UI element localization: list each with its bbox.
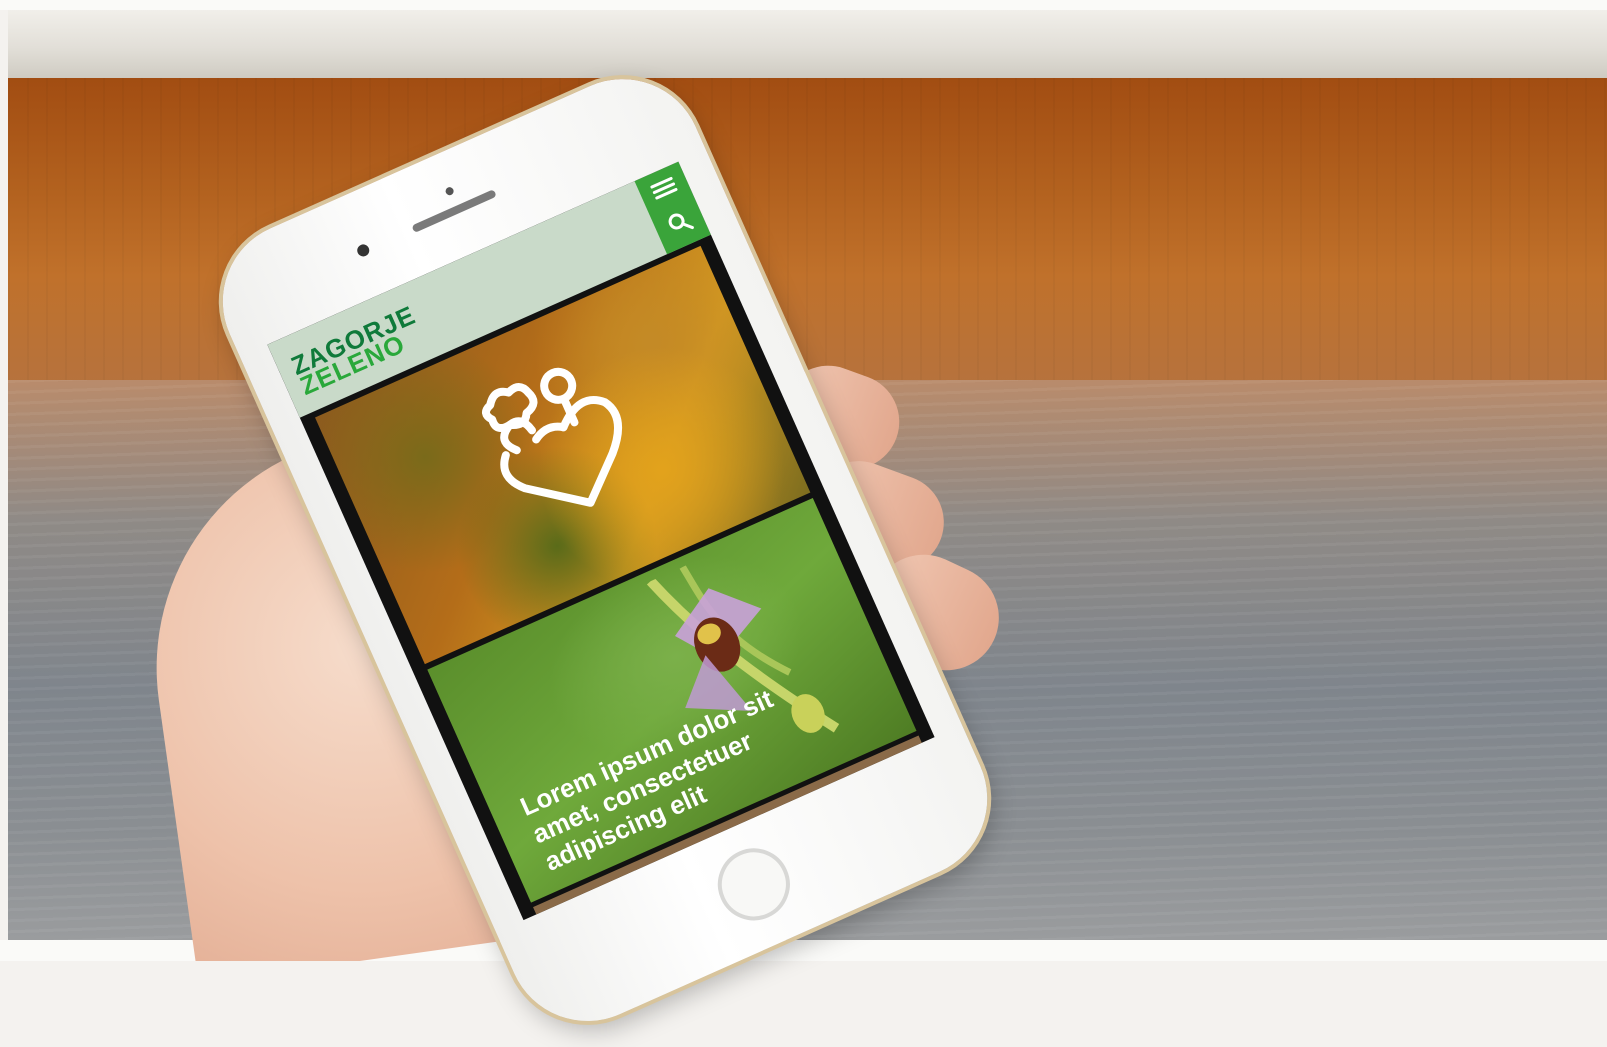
heart-flower-logo-icon bbox=[482, 367, 623, 507]
home-button[interactable] bbox=[706, 836, 802, 932]
hamburger-menu-icon[interactable] bbox=[649, 174, 679, 202]
earpiece-speaker bbox=[411, 189, 497, 234]
proximity-sensor bbox=[444, 185, 455, 197]
phone-screen: ZAGORJE ZELENO Lorem ipsum dolor sit ame… bbox=[267, 161, 935, 921]
smartphone: ZAGORJE ZELENO Lorem ipsum dolor sit ame… bbox=[197, 53, 1013, 1047]
header-actions bbox=[634, 161, 711, 255]
front-camera bbox=[355, 242, 372, 259]
search-icon[interactable] bbox=[663, 207, 695, 239]
phone-layer: ZAGORJE ZELENO Lorem ipsum dolor sit ame… bbox=[0, 0, 1607, 1047]
